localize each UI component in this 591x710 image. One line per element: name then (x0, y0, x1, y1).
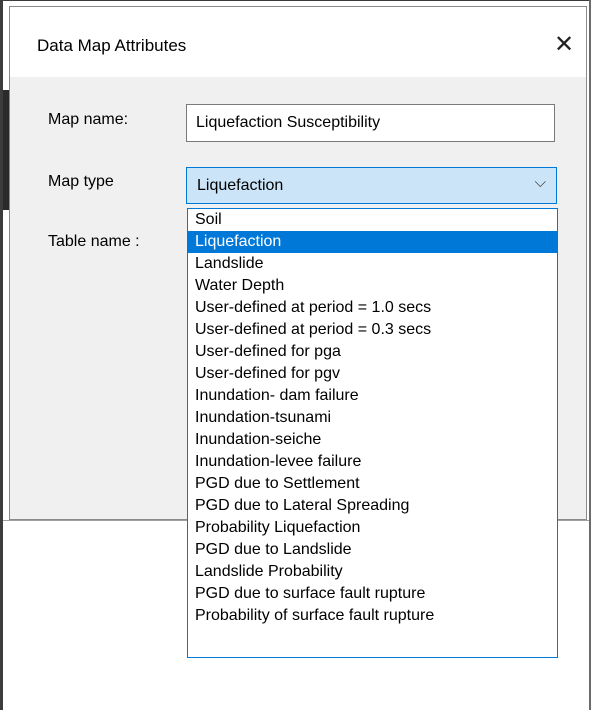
dropdown-option[interactable]: Inundation- dam failure (188, 385, 557, 407)
dialog-titlebar: Data Map Attributes ✕ (10, 7, 586, 77)
close-icon[interactable]: ✕ (548, 29, 580, 61)
dropdown-option[interactable]: User-defined at period = 1.0 secs (188, 297, 557, 319)
map-name-label: Map name: (48, 111, 129, 128)
dropdown-option[interactable]: Inundation-seiche (188, 429, 557, 451)
background-window-edge-top (0, 0, 591, 1)
dropdown-option[interactable]: Liquefaction (188, 231, 557, 253)
dropdown-option[interactable]: Probability Liquefaction (188, 517, 557, 539)
dropdown-option[interactable]: PGD due to Landslide (188, 539, 557, 561)
dropdown-option[interactable]: Inundation-tsunami (188, 407, 557, 429)
dropdown-option[interactable]: User-defined at period = 0.3 secs (188, 319, 557, 341)
map-name-input[interactable]: Liquefaction Susceptibility (186, 104, 555, 142)
dropdown-option[interactable]: Probability of surface fault rupture (188, 605, 557, 627)
dropdown-option[interactable]: Landslide (188, 253, 557, 275)
dropdown-option[interactable]: Landslide Probability (188, 561, 557, 583)
dropdown-option[interactable]: Inundation-levee failure (188, 451, 557, 473)
dialog-title: Data Map Attributes (37, 36, 187, 55)
dropdown-option[interactable]: PGD due to Lateral Spreading (188, 495, 557, 517)
map-type-dropdown-list[interactable]: Soil Liquefaction Landslide Water Depth User… (187, 208, 558, 658)
dropdown-option[interactable]: Soil (188, 209, 557, 231)
dropdown-option[interactable]: User-defined for pgv (188, 363, 557, 385)
dropdown-option[interactable]: User-defined for pga (188, 341, 557, 363)
dropdown-option[interactable]: PGD due to Settlement (188, 473, 557, 495)
chevron-down-icon[interactable]: ⌵ (535, 174, 546, 191)
map-type-selected-value: Liquefaction (197, 177, 284, 194)
table-name-label: Table name : (48, 233, 140, 250)
dropdown-option[interactable]: Water Depth (188, 275, 557, 297)
map-type-label: Map type (48, 173, 114, 190)
map-type-select[interactable]: Liquefaction ⌵ (186, 167, 557, 204)
dropdown-option[interactable]: PGD due to surface fault rupture (188, 583, 557, 605)
